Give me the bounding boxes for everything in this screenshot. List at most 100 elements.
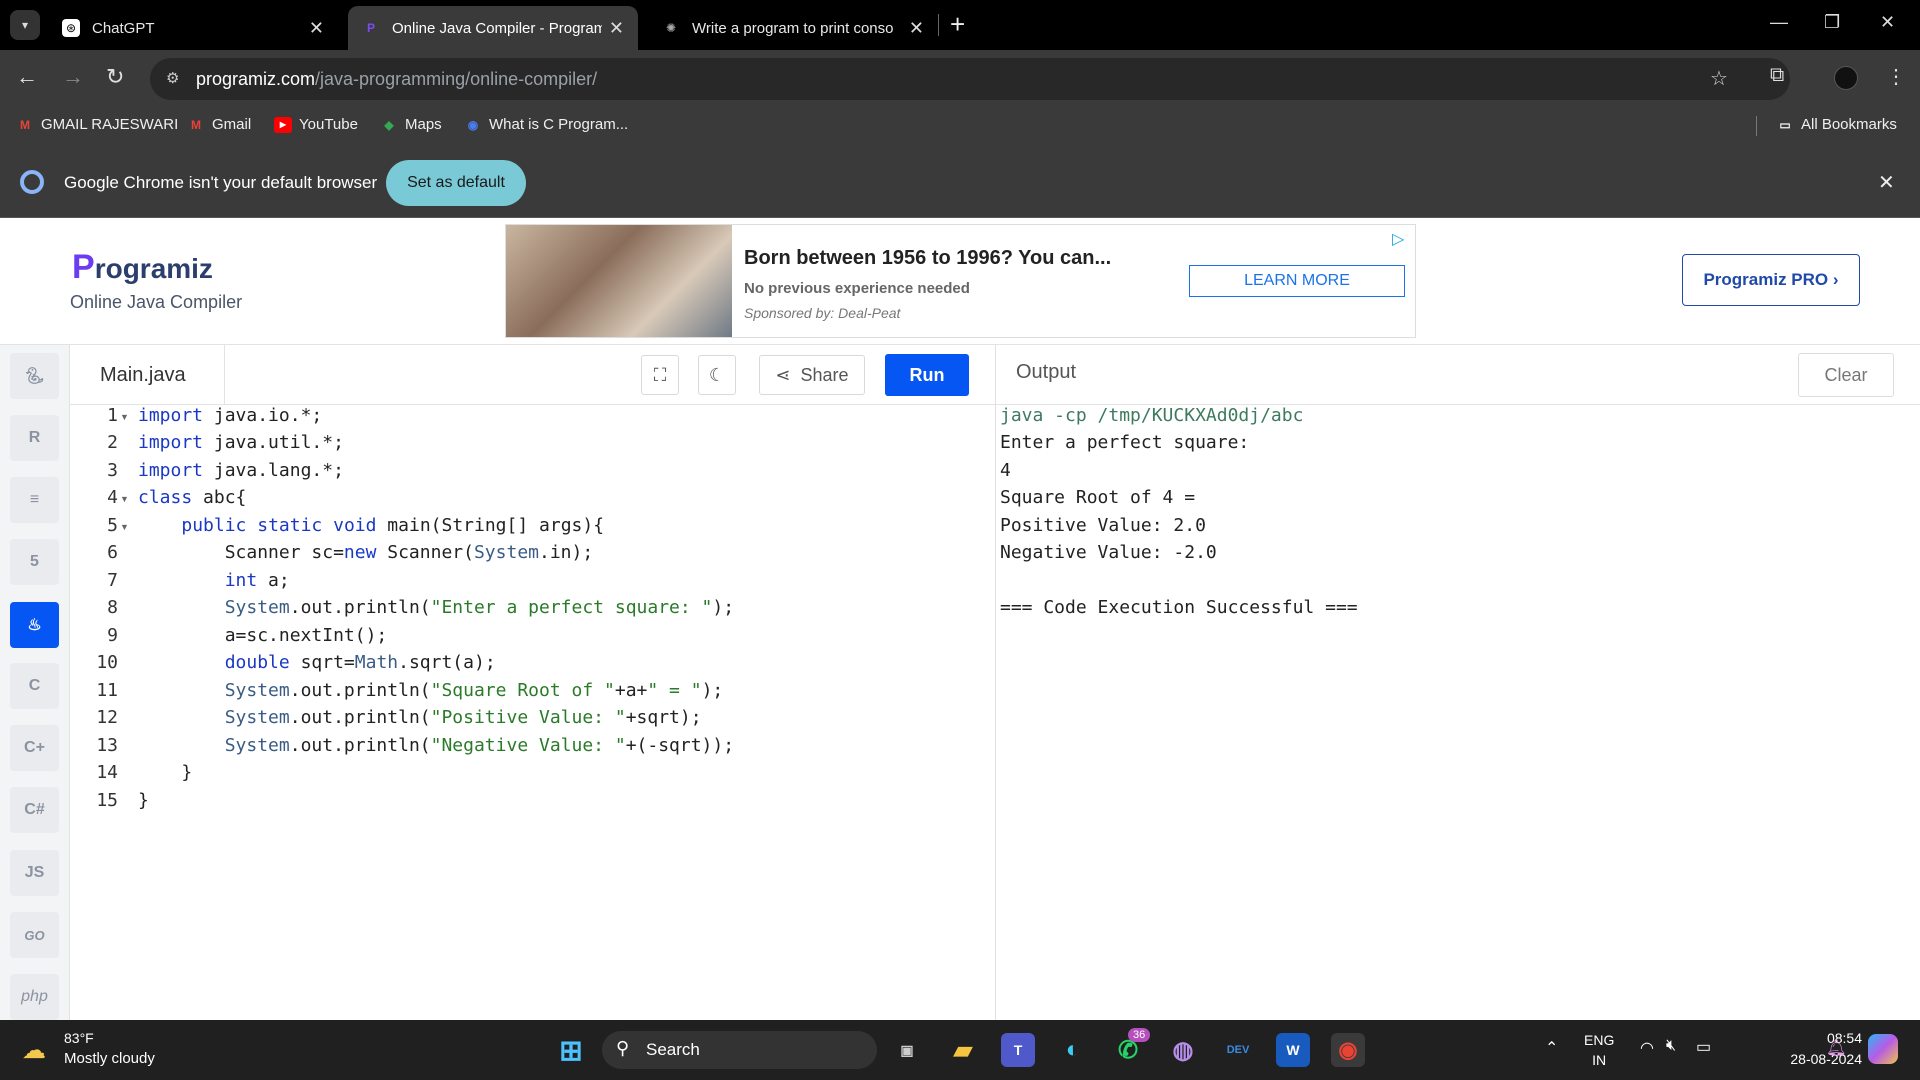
csharp-icon[interactable]: C# <box>10 787 59 833</box>
clock-time[interactable]: 08:54 <box>1772 1030 1862 1046</box>
bookmark-what-is-c[interactable]: ◉ What is C Program... <box>464 116 628 133</box>
bookmark-youtube[interactable]: ▶ YouTube <box>274 116 358 133</box>
fullscreen-button[interactable]: ⛶ <box>641 355 679 395</box>
weather-cloud-icon[interactable]: ☁ <box>22 1036 46 1065</box>
page-subtitle: Online Java Compiler <box>70 292 243 312</box>
volume-mute-icon[interactable]: 🔇︎ <box>1666 1037 1676 1055</box>
restore-icon[interactable]: ❐ <box>1824 12 1840 33</box>
fold-arrow-icon[interactable]: ▼ <box>120 412 129 422</box>
show-hidden-icons[interactable]: ⌃ <box>1545 1038 1558 1058</box>
word-icon[interactable]: W <box>1276 1033 1310 1067</box>
close-window-icon[interactable]: ✕ <box>1880 12 1895 33</box>
bookmark-star-icon[interactable]: ☆ <box>1710 66 1728 91</box>
menu-icon[interactable]: ⋮ <box>1886 64 1906 89</box>
fullscreen-icon: ⛶ <box>653 364 667 385</box>
tab-search-button[interactable]: ▾ <box>10 10 40 40</box>
output-console[interactable]: java -cp /tmp/KUCKXAd0dj/abc Enter a per… <box>1000 405 1918 1020</box>
copilot-icon[interactable] <box>1868 1034 1898 1064</box>
set-as-default-button[interactable]: Set as default <box>386 160 526 206</box>
fold-arrow-icon[interactable]: ▼ <box>120 494 129 504</box>
tab-chatgpt[interactable]: ⊛ ChatGPT ✕ <box>48 6 338 50</box>
bookmarks-divider <box>1756 116 1757 136</box>
notification-bell-icon[interactable]: 🔔︎ <box>1826 1038 1846 1058</box>
code-line: } <box>138 762 193 783</box>
browser-tab-strip: ▾ ⊛ ChatGPT ✕ P Online Java Compiler - P… <box>0 0 1920 50</box>
line-number: 9 <box>107 625 118 646</box>
clear-button[interactable]: Clear <box>1798 353 1894 397</box>
share-icon: ⋖ <box>775 364 791 385</box>
bookmark-gmail-rajeswari[interactable]: M GMAIL RAJESWARI <box>16 116 178 133</box>
minimize-icon[interactable]: — <box>1770 12 1788 33</box>
output-line: Negative Value: -2.0 <box>1000 542 1217 563</box>
tab-online-java-compiler[interactable]: P Online Java Compiler - Program ✕ <box>348 6 638 50</box>
back-icon[interactable]: ← <box>16 64 38 90</box>
reload-icon[interactable]: ↻ <box>106 64 124 90</box>
windows-start-icon[interactable]: ⊞ <box>554 1033 588 1067</box>
close-tab-icon[interactable]: ✕ <box>909 18 924 39</box>
go-lang-icon[interactable]: GO <box>10 912 59 958</box>
code-line: a=sc.nextInt(); <box>138 625 388 646</box>
file-tab[interactable]: Main.java <box>70 345 225 405</box>
profile-avatar[interactable] <box>1834 66 1858 90</box>
file-explorer-icon[interactable]: ▰ <box>946 1033 980 1067</box>
share-button[interactable]: ⋖ Share <box>759 355 865 395</box>
weather-temperature[interactable]: 83°F <box>64 1030 94 1046</box>
edge-icon[interactable]: ◐ <box>1056 1033 1090 1067</box>
url-host: programiz.com <box>196 69 316 89</box>
line-number-gutter: 1 ▼ 2 3 4 ▼ 5 ▼ 6 7 8 9 10 11 12 13 14 15 <box>70 405 132 1020</box>
close-tab-icon[interactable]: ✕ <box>309 18 324 39</box>
teams-icon[interactable]: T <box>1001 1033 1035 1067</box>
all-bookmarks[interactable]: ▭ All Bookmarks <box>1776 116 1897 133</box>
weather-description[interactable]: Mostly cloudy <box>64 1050 155 1067</box>
bookmark-maps[interactable]: ◆ Maps <box>380 116 441 133</box>
code-line: import java.util.*; <box>138 432 344 453</box>
tor-browser-icon[interactable]: ◍ <box>1166 1033 1200 1067</box>
devcpp-icon[interactable]: DEV <box>1221 1033 1255 1067</box>
whatsapp-badge: 36 <box>1128 1028 1151 1042</box>
adchoices-icon[interactable]: ▷ <box>1392 229 1404 249</box>
dark-mode-button[interactable]: ☾ <box>698 355 736 395</box>
new-tab-button[interactable]: + <box>950 9 965 40</box>
language-sidebar: 🐍︎ R ≡ 5 ♨ C C+ C# JS GO php <box>0 345 70 1020</box>
bookmark-label: Gmail <box>212 116 252 133</box>
run-button[interactable]: Run <box>885 354 969 396</box>
java-icon[interactable]: ♨ <box>10 602 59 648</box>
html5-icon[interactable]: 5 <box>10 539 59 585</box>
output-header: Output Clear <box>996 345 1920 405</box>
url-text[interactable]: programiz.com/java-programming/online-co… <box>196 69 597 90</box>
tab-title: Online Java Compiler - Program <box>392 19 602 37</box>
programiz-pro-button[interactable]: Programiz PRO › <box>1682 254 1860 306</box>
advertisement[interactable]: Born between 1956 to 1996? You can... No… <box>505 224 1416 338</box>
close-tab-icon[interactable]: ✕ <box>609 18 624 39</box>
learn-more-button[interactable]: LEARN MORE <box>1189 265 1405 297</box>
language-top: ENG <box>1584 1032 1615 1048</box>
language-indicator[interactable]: ENG IN <box>1584 1030 1614 1070</box>
extensions-icon[interactable]: ⧉ <box>1770 64 1784 87</box>
r-lang-icon[interactable]: R <box>10 415 59 461</box>
battery-icon[interactable]: ▭ <box>1696 1037 1711 1057</box>
pane-divider[interactable] <box>995 345 996 1020</box>
programiz-logo[interactable]: Programiz <box>72 248 213 287</box>
c-lang-icon[interactable]: C <box>10 663 59 709</box>
taskbar-search[interactable]: ⚲ Search <box>602 1031 877 1069</box>
bookmark-gmail[interactable]: M Gmail <box>187 116 251 133</box>
address-bar[interactable]: ⚙ programiz.com/java-programming/online-… <box>150 58 1790 100</box>
sql-database-icon[interactable]: ≡ <box>10 477 59 523</box>
fold-arrow-icon[interactable]: ▼ <box>120 522 129 532</box>
wifi-icon[interactable]: ◠ <box>1640 1038 1654 1058</box>
chrome-taskbar-icon[interactable]: ◉ <box>1331 1033 1365 1067</box>
python-icon[interactable]: 🐍︎ <box>10 353 59 399</box>
code-editor[interactable]: import java.io.*; import java.util.*; im… <box>132 405 995 1020</box>
ad-sponsor: Sponsored by: Deal-Peat <box>744 305 901 321</box>
php-icon[interactable]: php <box>10 974 59 1020</box>
cpp-icon[interactable]: C+ <box>10 725 59 771</box>
line-number: 8 <box>107 597 118 618</box>
task-view-icon[interactable]: ▣ <box>890 1033 924 1067</box>
close-infobar-icon[interactable]: ✕ <box>1878 170 1895 195</box>
programiz-icon: P <box>366 21 375 35</box>
site-info-icon[interactable]: ⚙ <box>166 69 179 87</box>
forward-icon[interactable]: → <box>62 64 84 90</box>
javascript-icon[interactable]: JS <box>10 850 59 896</box>
output-line: 4 <box>1000 460 1011 481</box>
tab-write-a-program[interactable]: ✺ Write a program to print conso ✕ <box>648 6 938 50</box>
